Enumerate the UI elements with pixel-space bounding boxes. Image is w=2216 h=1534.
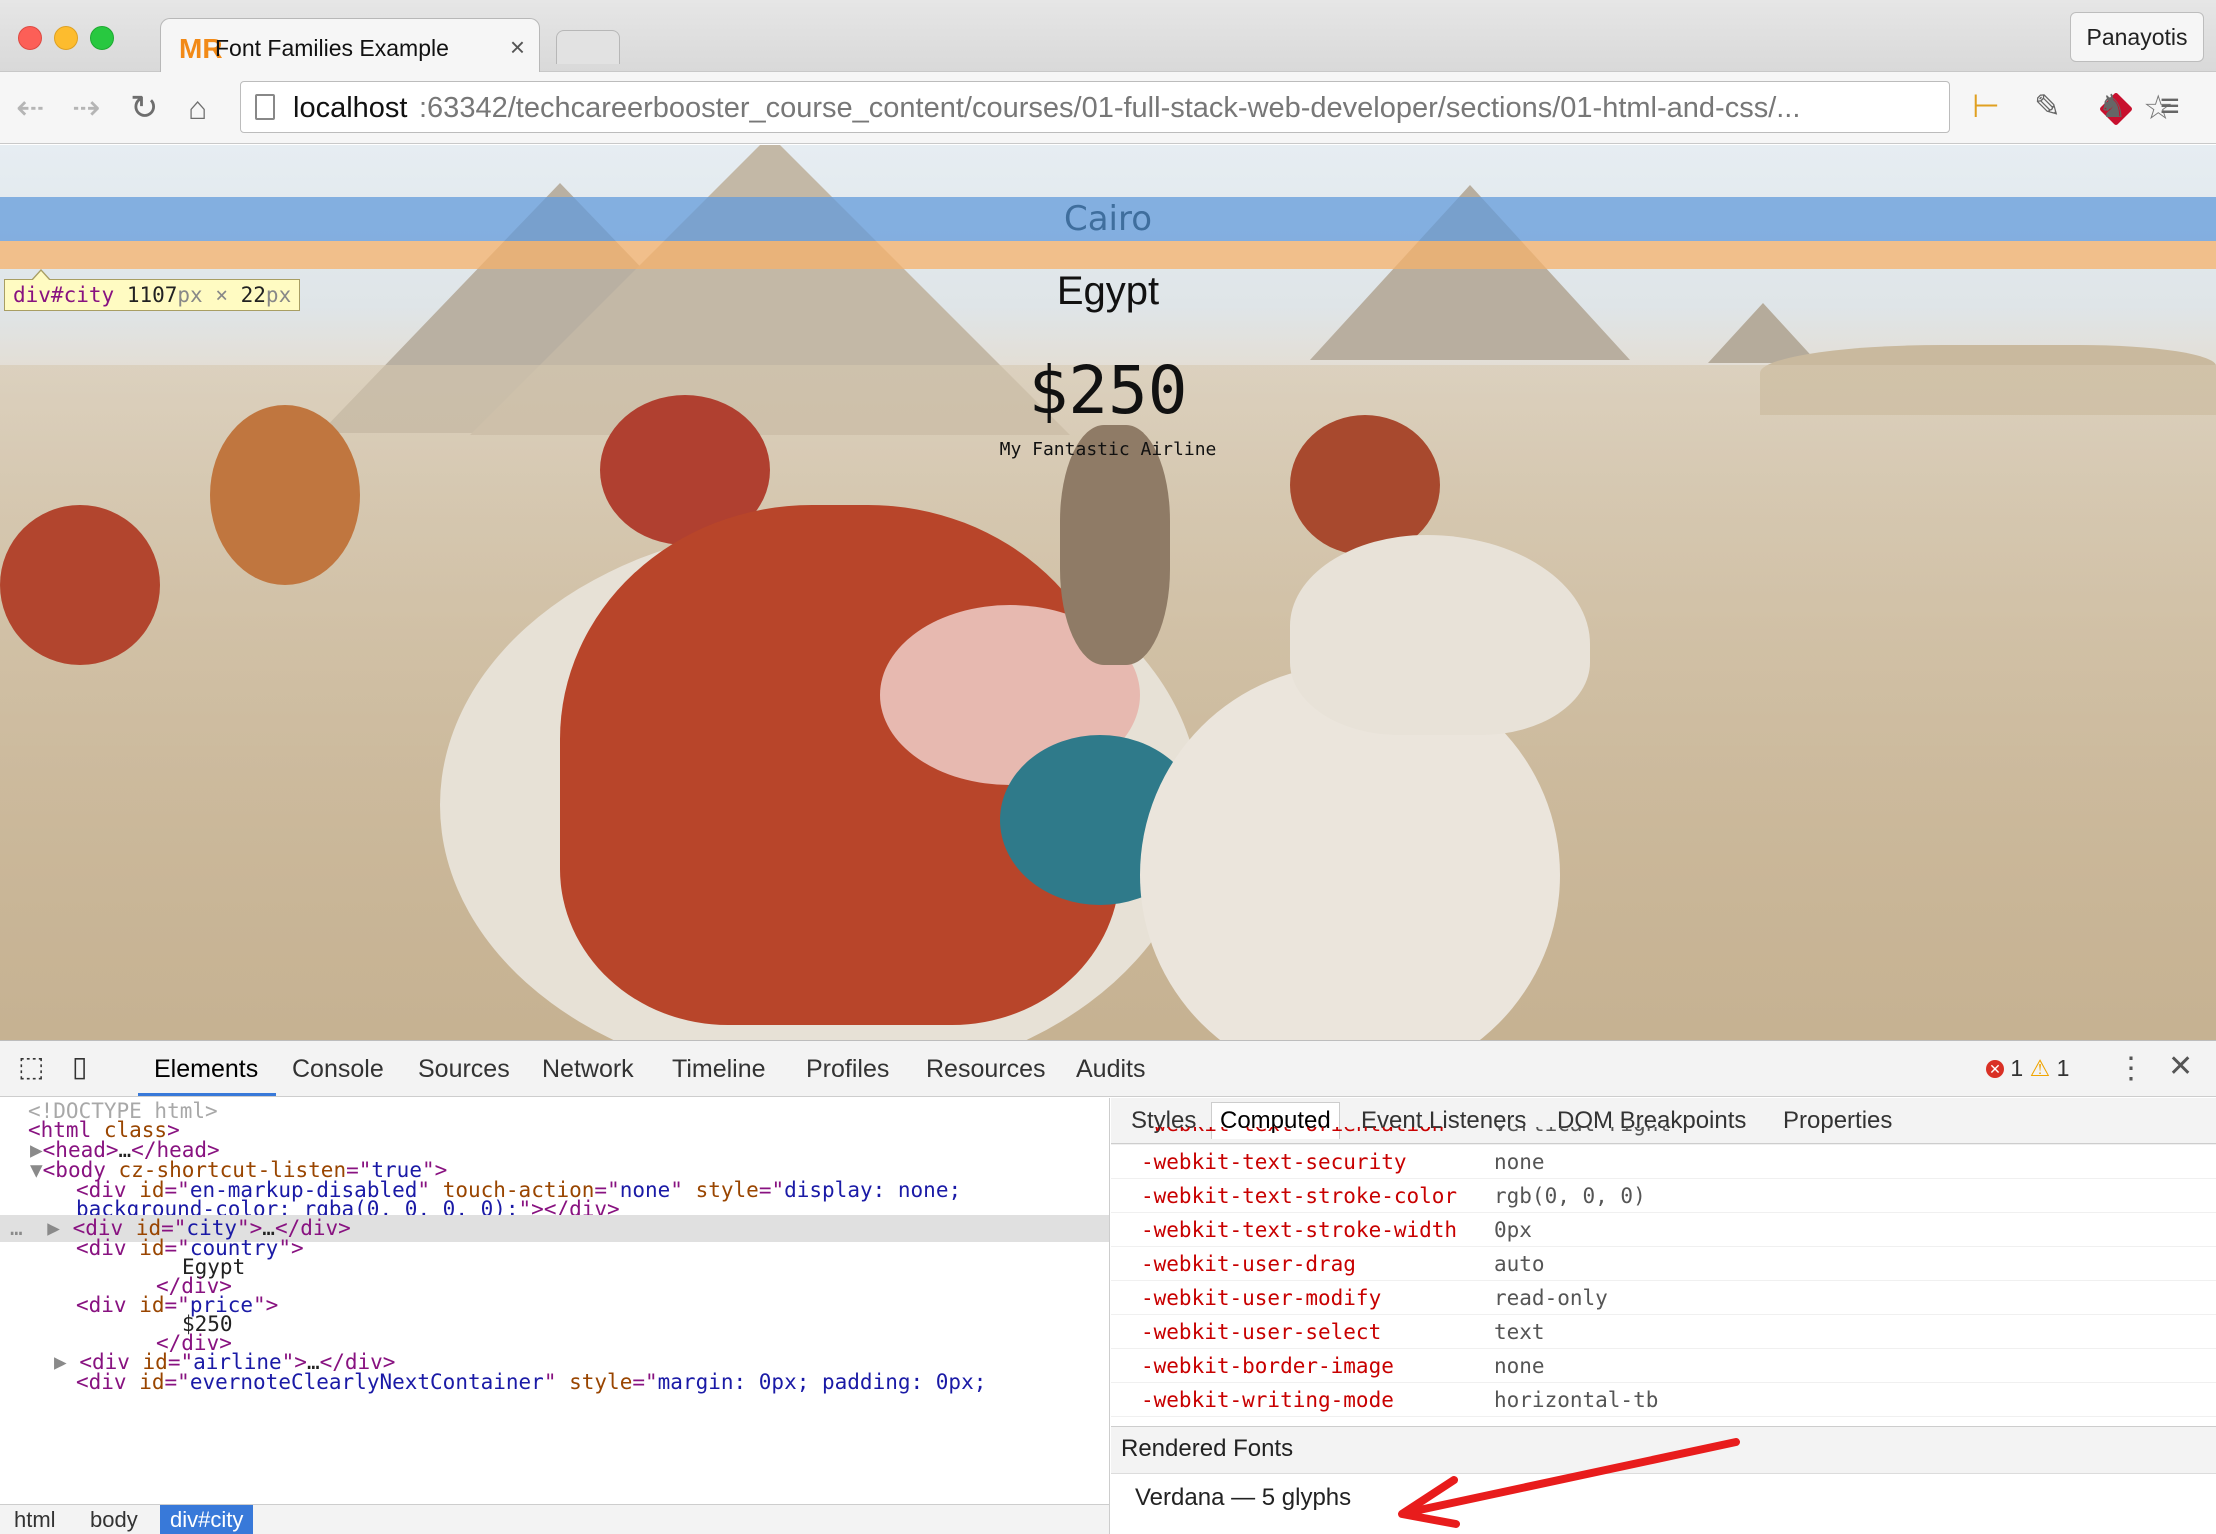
city-text[interactable]: Cairo bbox=[0, 197, 2216, 241]
annotation-arrow-icon bbox=[1398, 1438, 1740, 1528]
page-icon bbox=[255, 94, 275, 120]
tab-sources[interactable]: Sources bbox=[418, 1053, 510, 1085]
error-warning-badge[interactable]: ✕ 1 ⚠ 1 bbox=[1986, 1055, 2069, 1082]
tab-elements[interactable]: Elements bbox=[154, 1053, 258, 1085]
eyedropper-icon[interactable]: ✎ bbox=[2034, 86, 2061, 126]
address-bar[interactable]: localhost :63342/techcareerbooster_cours… bbox=[240, 81, 2173, 133]
country-text: Egypt bbox=[1056, 269, 1160, 313]
computed-row[interactable]: -webkit-text-security none bbox=[1111, 1145, 2216, 1179]
elements-tree: <!DOCTYPE html> <html class> ▶<head>…</h… bbox=[0, 1098, 1110, 1534]
breadcrumb-html[interactable]: html bbox=[4, 1505, 66, 1534]
close-devtools-icon[interactable]: ✕ bbox=[2168, 1049, 2193, 1084]
error-icon: ✕ bbox=[1986, 1060, 2004, 1078]
inspect-icon[interactable]: ⬚ bbox=[18, 1051, 44, 1083]
active-tab-indicator bbox=[138, 1093, 276, 1096]
back-icon[interactable]: ⇠ bbox=[16, 88, 45, 128]
city-margin-highlight bbox=[0, 241, 2216, 269]
airline-text: My Fantastic Airline bbox=[999, 439, 1217, 460]
price-text: $250 bbox=[1028, 352, 1188, 429]
error-count: 1 bbox=[2010, 1055, 2024, 1081]
tab-timeline[interactable]: Timeline bbox=[672, 1053, 766, 1085]
tab-close-icon[interactable]: × bbox=[510, 32, 525, 63]
breadcrumb: html body div#city bbox=[0, 1504, 1109, 1534]
devtools-tabbar: ⬚ ▯ Elements Console Sources Network Tim… bbox=[0, 1041, 2216, 1097]
devtools-panel: ⬚ ▯ Elements Console Sources Network Tim… bbox=[0, 1040, 2216, 1534]
menu-icon[interactable]: ≡ bbox=[2160, 86, 2180, 126]
tab-title: Font Families Example bbox=[215, 35, 449, 61]
computed-row[interactable]: -webkit-user-modify read-only bbox=[1111, 1281, 2216, 1315]
more-options-icon[interactable]: ⋮ bbox=[2116, 1051, 2146, 1086]
profile-button[interactable]: Panayotis bbox=[2070, 12, 2204, 62]
forward-icon[interactable]: ⇢ bbox=[72, 88, 101, 128]
browser-toolbar: ⇠ ⇢ ↻ ⌂ localhost :63342/techcareerboost… bbox=[0, 72, 2216, 144]
close-window-button[interactable] bbox=[18, 26, 42, 50]
tab-profiles[interactable]: Profiles bbox=[806, 1053, 889, 1085]
home-icon[interactable]: ⌂ bbox=[188, 88, 207, 128]
evernote-icon[interactable]: ♞ bbox=[2098, 86, 2127, 126]
browser-tab[interactable]: MR Font Families Example × bbox=[160, 18, 540, 74]
device-mode-icon[interactable]: ▯ bbox=[72, 1051, 87, 1083]
minimize-window-button[interactable] bbox=[54, 26, 78, 50]
page-viewport: Cairo div#city 1107px × 22px Egypt $250 … bbox=[0, 145, 2216, 1040]
reload-icon[interactable]: ↻ bbox=[130, 88, 159, 128]
warning-count: 1 bbox=[2056, 1055, 2070, 1081]
computed-row[interactable]: -webkit-user-select text bbox=[1111, 1315, 2216, 1349]
computed-row[interactable]: -webkit-text-stroke-width 0px bbox=[1111, 1213, 2216, 1247]
extension-icon[interactable]: ⊢ bbox=[1972, 86, 2000, 126]
url-host: localhost bbox=[293, 92, 408, 124]
new-tab-button[interactable] bbox=[556, 30, 620, 64]
breadcrumb-div-city[interactable]: div#city bbox=[160, 1505, 254, 1534]
dom-line-evernote[interactable]: <div id="evernoteClearlyNextContainer" s… bbox=[0, 1369, 1109, 1396]
computed-row[interactable]: -webkit-border-image none bbox=[1111, 1349, 2216, 1383]
warning-icon: ⚠ bbox=[2029, 1055, 2051, 1081]
computed-row[interactable]: -webkit-text-stroke-color rgb(0, 0, 0) bbox=[1111, 1179, 2216, 1213]
url-path: :63342/techcareerbooster_course_content/… bbox=[419, 92, 1801, 124]
tab-audits[interactable]: Audits bbox=[1076, 1053, 1145, 1085]
breadcrumb-body[interactable]: body bbox=[80, 1505, 148, 1534]
tab-console[interactable]: Console bbox=[292, 1053, 384, 1085]
computed-row[interactable]: -webkit-writing-mode horizontal-tb bbox=[1111, 1383, 2216, 1417]
zoom-window-button[interactable] bbox=[90, 26, 114, 50]
computed-row[interactable]: -webkit-user-drag auto bbox=[1111, 1247, 2216, 1281]
window-titlebar: MR Font Families Example × Panayotis bbox=[0, 0, 2216, 74]
computed-row[interactable]: -webkit-text-orientationvertical-right bbox=[1111, 1127, 2216, 1145]
tab-network[interactable]: Network bbox=[542, 1053, 634, 1085]
rendered-font-entry: Verdana — 5 glyphs bbox=[1135, 1484, 1352, 1511]
tab-resources[interactable]: Resources bbox=[926, 1053, 1046, 1085]
